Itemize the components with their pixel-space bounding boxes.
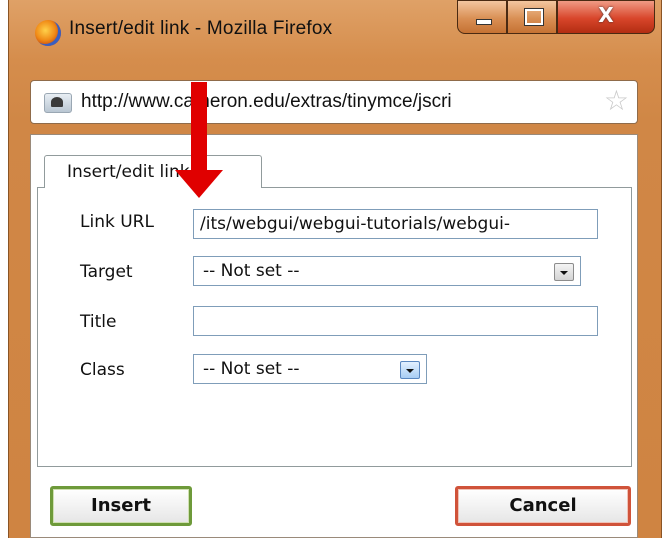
link-url-label: Link URL: [80, 212, 154, 232]
target-dropdown-button[interactable]: [554, 263, 574, 281]
link-url-input-wrapper[interactable]: [193, 209, 598, 239]
minimize-button[interactable]: [457, 0, 507, 34]
maximize-button[interactable]: [507, 0, 557, 34]
title-input[interactable]: [194, 307, 597, 335]
bookmark-star-icon[interactable]: ☆: [604, 87, 629, 115]
firefox-icon: [35, 20, 61, 46]
dropdown-arrow-icon: [560, 271, 568, 275]
dropdown-arrow-icon: [406, 369, 414, 373]
close-button[interactable]: X: [557, 0, 655, 34]
tab-insert-edit-link[interactable]: Insert/edit link: [44, 155, 262, 188]
minimize-icon: [476, 19, 492, 25]
close-icon: X: [598, 3, 614, 27]
class-select[interactable]: -- Not set --: [193, 354, 427, 384]
title-input-wrapper[interactable]: [193, 306, 598, 336]
address-url: http://www.cameron.edu/extras/tinymce/js…: [81, 91, 452, 112]
title-bar[interactable]: Insert/edit link - Mozilla Firefox X: [9, 0, 661, 68]
link-url-input[interactable]: [194, 210, 597, 238]
class-selected-value: -- Not set --: [203, 359, 300, 379]
maximize-icon: [524, 8, 544, 26]
target-selected-value: -- Not set --: [203, 261, 300, 281]
window-title: Insert/edit link - Mozilla Firefox: [69, 18, 333, 39]
insert-button[interactable]: Insert: [50, 486, 192, 526]
target-label: Target: [80, 262, 133, 282]
title-label: Title: [80, 312, 117, 332]
address-bar[interactable]: http://www.cameron.edu/extras/tinymce/js…: [30, 80, 638, 124]
annotation-arrow-shaft: [191, 82, 207, 172]
tab-label: Insert/edit link: [67, 162, 190, 182]
class-label: Class: [80, 360, 125, 380]
annotation-arrow-head: [175, 170, 223, 198]
target-select[interactable]: -- Not set --: [193, 256, 581, 286]
class-dropdown-button[interactable]: [400, 361, 420, 379]
cancel-button[interactable]: Cancel: [455, 486, 631, 526]
site-identity-icon[interactable]: [44, 93, 72, 113]
